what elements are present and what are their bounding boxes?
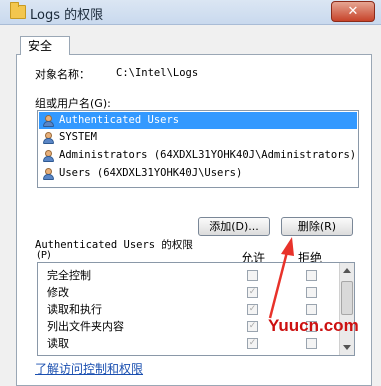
tab-security[interactable]: 安全 (20, 36, 70, 55)
learn-access-control-link[interactable]: 了解访问控制和权限 (35, 360, 143, 377)
watermark: Yuucn.com (268, 316, 359, 335)
